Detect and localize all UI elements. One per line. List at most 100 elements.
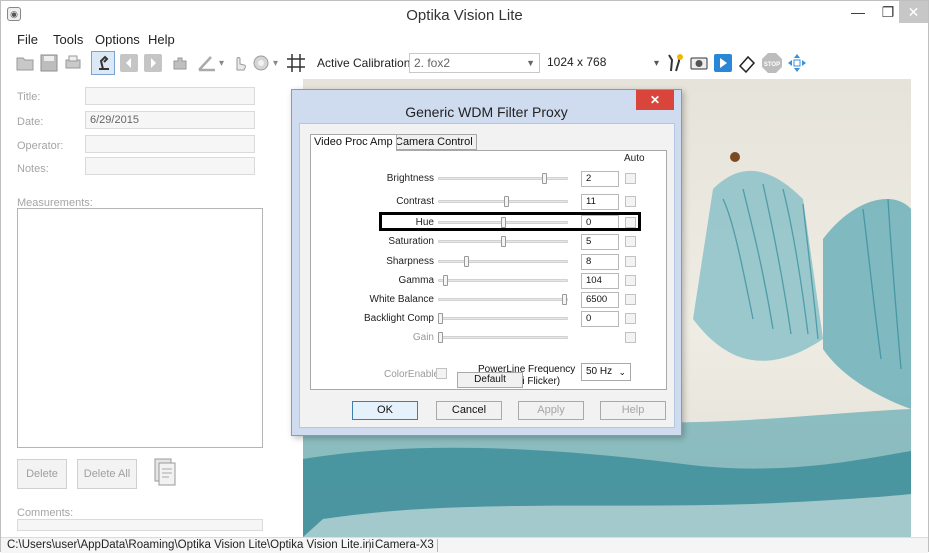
notes-label: Notes:	[17, 163, 49, 175]
brightness-auto-checkbox[interactable]	[625, 173, 636, 184]
operator-input[interactable]	[85, 135, 255, 153]
dropdown-arrow-icon[interactable]: ▾	[654, 58, 659, 69]
active-calibration-label: Active Calibration	[317, 56, 411, 70]
auto-column-header: Auto	[624, 153, 645, 164]
camera-icon[interactable]	[689, 53, 709, 73]
play-icon[interactable]	[713, 53, 733, 73]
measure-angle-icon[interactable]	[197, 53, 217, 73]
tab-video-proc-amp[interactable]: Video Proc Amp	[310, 134, 397, 151]
export-document-icon[interactable]	[151, 457, 179, 487]
backlight-comp-slider-track[interactable]	[438, 317, 568, 320]
next-icon[interactable]	[143, 53, 163, 73]
chevron-down-icon: ▼	[526, 58, 535, 68]
backlight-comp-value-field[interactable]: 0	[581, 311, 619, 327]
menu-help[interactable]: Help	[148, 32, 175, 47]
brightness-slider-track[interactable]	[438, 177, 568, 180]
white-balance-auto-checkbox[interactable]	[625, 294, 636, 305]
notes-input[interactable]	[85, 157, 255, 175]
video-proc-amp-panel: Auto Brightness 2 Contrast 11 Hue 0 Saturation…	[310, 150, 667, 390]
config-path: C:\Users\user\AppData\Roaming\Optika Vis…	[7, 539, 375, 551]
gain-auto-checkbox[interactable]	[625, 332, 636, 343]
measurements-list[interactable]	[17, 208, 263, 448]
title-bar: ◉ Optika Vision Lite — ❐ ✕	[1, 1, 928, 29]
contrast-slider-track[interactable]	[438, 200, 568, 203]
calibration-select[interactable]: 2. fox2 ▼	[409, 53, 540, 73]
hand-pointer-icon[interactable]	[229, 53, 249, 73]
saturation-auto-checkbox[interactable]	[625, 236, 636, 247]
save-icon[interactable]	[39, 53, 59, 73]
backlight-comp-slider-thumb[interactable]	[438, 313, 443, 324]
contrast-slider-thumb[interactable]	[504, 196, 509, 207]
app-window: ◉ Optika Vision Lite — ❐ ✕ File Tools Op…	[0, 0, 929, 553]
gamma-slider-thumb[interactable]	[443, 275, 448, 286]
ok-button[interactable]: OK	[352, 401, 418, 420]
date-input[interactable]: 6/29/2015	[85, 111, 255, 129]
gamma-value-field[interactable]: 104	[581, 273, 619, 289]
toolbar: ▾ ▾ Active Calibration 2. fox2 ▼ 1024 x …	[1, 49, 928, 79]
contrast-highlight-box	[379, 212, 641, 231]
brightness-slider-thumb[interactable]	[542, 173, 547, 184]
puzzle-icon[interactable]	[171, 53, 191, 73]
settings-tools-icon[interactable]	[665, 53, 685, 73]
chevron-down-icon: ⌄	[618, 367, 626, 377]
print-icon[interactable]	[63, 53, 83, 73]
help-button[interactable]: Help	[600, 401, 666, 420]
sharpness-slider-track[interactable]	[438, 260, 568, 263]
contrast-auto-checkbox[interactable]	[625, 196, 636, 207]
apply-button[interactable]: Apply	[518, 401, 584, 420]
white-balance-slider-thumb[interactable]	[562, 294, 567, 305]
sharpness-auto-checkbox[interactable]	[625, 256, 636, 267]
minimize-button[interactable]: —	[843, 1, 873, 23]
resolution-select-value: 1024 x 768	[547, 55, 607, 69]
tab-camera-control[interactable]: Camera Control	[391, 134, 477, 150]
menu-options[interactable]: Options	[95, 32, 140, 47]
contrast-value-field[interactable]: 11	[581, 194, 619, 210]
calibration-select-value: 2. fox2	[414, 56, 451, 70]
dialog-close-button[interactable]: ✕	[636, 90, 674, 110]
color-enable-checkbox[interactable]	[436, 368, 447, 379]
brightness-label: Brightness	[386, 173, 434, 184]
title-input[interactable]	[85, 87, 255, 105]
open-folder-icon[interactable]	[15, 53, 35, 73]
white-balance-value-field[interactable]: 6500	[581, 292, 619, 308]
gamma-slider-track[interactable]	[438, 279, 568, 282]
cancel-button[interactable]: Cancel	[436, 401, 502, 420]
comments-input[interactable]	[17, 519, 263, 531]
dropdown-arrow-icon[interactable]: ▾	[219, 58, 224, 69]
camera-name: Camera-X3	[375, 539, 434, 551]
status-divider	[437, 539, 438, 552]
status-divider	[369, 539, 370, 552]
brightness-value-field[interactable]: 2	[581, 171, 619, 187]
metadata-panel: Title: Date: 6/29/2015 Operator: Notes: …	[1, 81, 263, 535]
close-button[interactable]: ✕	[899, 1, 928, 23]
white-balance-slider-track[interactable]	[438, 298, 568, 301]
eraser-icon[interactable]	[737, 53, 757, 73]
delete-all-button[interactable]: Delete All	[77, 459, 137, 489]
comments-label: Comments:	[17, 507, 74, 519]
backlight-comp-auto-checkbox[interactable]	[625, 313, 636, 324]
menu-file[interactable]: File	[17, 32, 38, 47]
powerline-select[interactable]: 50 Hz ⌄	[581, 363, 631, 381]
grid-icon[interactable]	[286, 53, 306, 73]
microscope-icon[interactable]	[91, 51, 115, 75]
gain-slider-thumb[interactable]	[438, 332, 443, 343]
color-picker-icon[interactable]	[251, 53, 271, 73]
sharpness-value-field[interactable]: 8	[581, 254, 619, 270]
gain-slider-track[interactable]	[438, 336, 568, 339]
delete-button[interactable]: Delete	[17, 459, 67, 489]
sharpness-slider-thumb[interactable]	[464, 256, 469, 267]
default-button[interactable]: Default	[457, 372, 523, 388]
saturation-value-field[interactable]: 5	[581, 234, 619, 250]
menu-tools[interactable]: Tools	[53, 32, 83, 47]
gamma-auto-checkbox[interactable]	[625, 275, 636, 286]
dialog-body: Video Proc Amp Camera Control Auto Brigh…	[299, 123, 675, 428]
window-title: Optika Vision Lite	[406, 7, 523, 24]
dropdown-arrow-icon[interactable]: ▾	[273, 58, 278, 69]
previous-icon[interactable]	[119, 53, 139, 73]
title-label: Title:	[17, 91, 41, 103]
stop-icon[interactable]: STOP	[761, 52, 783, 74]
saturation-slider-thumb[interactable]	[501, 236, 506, 247]
contrast-label: Contrast	[396, 196, 434, 207]
resolution-select[interactable]: 1024 x 768	[543, 53, 655, 73]
move-arrows-icon[interactable]	[787, 53, 807, 73]
